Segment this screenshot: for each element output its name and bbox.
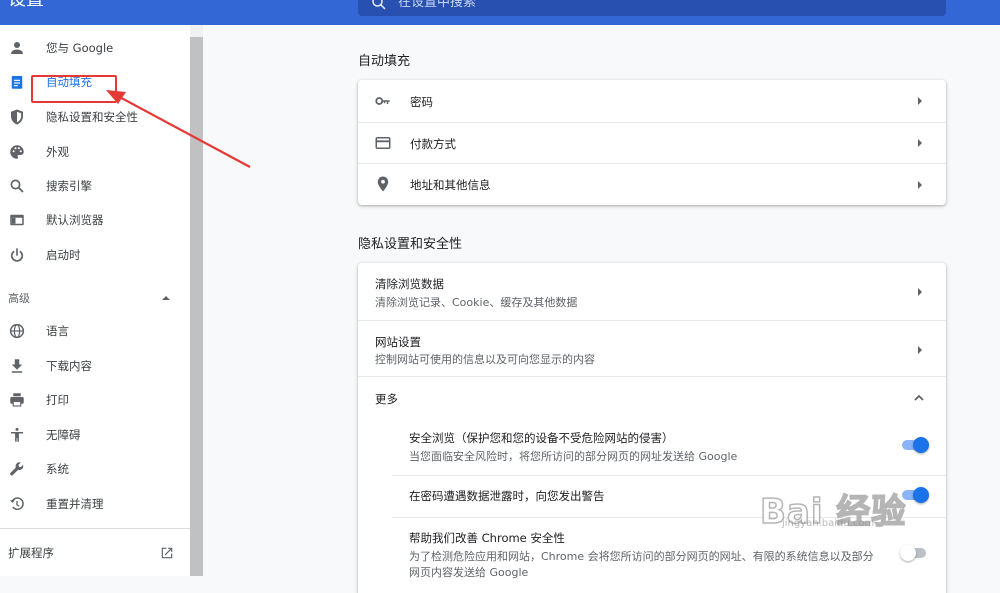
- person-icon: [11, 42, 23, 54]
- globe-icon: [9, 323, 25, 339]
- row-subtitle: 网页内容发送给 Google: [409, 566, 529, 579]
- sidebar-item-label: 搜索引擎: [46, 179, 92, 193]
- privacy-row-safe-browsing: 安全浏览（保护您和您的设备不受危险网站的侵害） 当您面临安全风险时，将您所访问的…: [358, 418, 946, 475]
- sidebar-item-reset[interactable]: 重置并清理: [0, 489, 190, 519]
- improve-security-toggle[interactable]: [900, 545, 928, 561]
- privacy-row-clear-data[interactable]: 清除浏览数据 清除浏览记录、Cookie、缓存及其他数据: [358, 263, 946, 320]
- row-label: 付款方式: [410, 137, 456, 151]
- sidebar-item-label: 打印: [46, 393, 69, 407]
- sidebar-item-printing[interactable]: 打印: [0, 385, 190, 415]
- credit-card-icon: [375, 137, 391, 149]
- sidebar-item-label: 您与 Google: [46, 41, 114, 55]
- search-box[interactable]: 在设置中搜索: [358, 0, 946, 16]
- privacy-card: 清除浏览数据 清除浏览记录、Cookie、缓存及其他数据 网站设置 控制网站可使…: [358, 263, 946, 593]
- privacy-section-title: 隐私设置和安全性: [358, 237, 463, 252]
- row-title: 网站设置: [375, 335, 421, 349]
- sidebar-item-downloads[interactable]: 下载内容: [0, 351, 190, 381]
- collapse-up-icon[interactable]: [161, 293, 171, 303]
- autofill-row-passwords[interactable]: 密码: [358, 80, 946, 122]
- accessibility-icon: [11, 427, 23, 442]
- sidebar-item-on-startup[interactable]: 启动时: [0, 240, 190, 270]
- download-icon: [11, 359, 23, 373]
- chevron-right-icon: [918, 97, 922, 105]
- autofill-card: 密码 付款方式 地址和其他信息: [358, 80, 946, 205]
- row-subtitle: 清除浏览记录、Cookie、缓存及其他数据: [375, 296, 578, 309]
- row-title: 更多: [375, 392, 398, 406]
- privacy-row-site-settings[interactable]: 网站设置 控制网站可使用的信息以及可向您显示的内容: [358, 320, 946, 376]
- key-icon: [375, 97, 390, 105]
- shield-icon: [11, 109, 23, 125]
- sidebar-item-label: 重置并清理: [46, 497, 104, 511]
- sidebar-item-languages[interactable]: 语言: [0, 316, 190, 346]
- chevron-right-icon: [918, 139, 922, 147]
- search-icon: [372, 0, 386, 10]
- row-subtitle: 控制网站可使用的信息以及可向您显示的内容: [375, 353, 595, 366]
- palette-icon: [10, 145, 24, 159]
- row-subtitle: 为了检测危险应用和网站，Chrome 会将您所访问的部分网页的网址、有限的系统信…: [409, 550, 874, 563]
- autofill-section-title: 自动填充: [358, 54, 411, 69]
- assignment-icon: [11, 76, 23, 89]
- chevron-right-icon: [918, 288, 922, 296]
- sidebar-item-you-and-google[interactable]: 您与 Google: [0, 33, 190, 63]
- baidu-watermark: Bai 经验 jingyan.baidu.com: [759, 470, 950, 533]
- autofill-row-payment[interactable]: 付款方式: [358, 122, 946, 163]
- location-pin-icon: [377, 176, 389, 192]
- print-icon: [10, 393, 24, 407]
- annotation-arrow: [106, 90, 251, 168]
- sidebar-item-extensions[interactable]: 扩展程序: [0, 538, 190, 568]
- sidebar-item-label: 扩展程序: [8, 546, 54, 560]
- row-subtitle: 当您面临安全风险时，将您所访问的部分网页的网址发送给 Google: [409, 450, 738, 463]
- row-label: 密码: [410, 95, 433, 109]
- chevron-right-icon: [918, 346, 922, 354]
- top-bar: 设置 在设置中搜索: [0, 0, 1000, 25]
- row-title: 在密码遭遇数据泄露时，向您发出警告: [409, 489, 605, 503]
- sidebar-item-default-browser[interactable]: 默认浏览器: [0, 205, 190, 235]
- browser-icon: [10, 214, 24, 226]
- row-title: 安全浏览（保护您和您的设备不受危险网站的侵害）: [409, 431, 674, 445]
- watermark-url: jingyan.baidu.com: [782, 518, 875, 529]
- restore-icon: [9, 497, 24, 511]
- sidebar-item-accessibility[interactable]: 无障碍: [0, 420, 190, 450]
- autofill-row-addresses[interactable]: 地址和其他信息: [358, 163, 946, 205]
- privacy-row-more[interactable]: 更多: [358, 376, 946, 418]
- row-title: 清除浏览数据: [375, 277, 444, 291]
- wrench-icon: [10, 462, 24, 476]
- row-title: 帮助我们改善 Chrome 安全性: [409, 531, 565, 545]
- sidebar-item-label: 默认浏览器: [46, 213, 104, 227]
- open-in-new-icon: [161, 547, 173, 559]
- row-label: 地址和其他信息: [410, 178, 491, 192]
- sidebar-item-label: 启动时: [46, 248, 81, 262]
- sidebar-item-label: 外观: [46, 145, 69, 159]
- sidebar-divider: [0, 528, 190, 529]
- chevron-right-icon: [918, 181, 922, 189]
- search-icon: [10, 179, 24, 193]
- advanced-section-label[interactable]: 高级: [8, 290, 30, 306]
- chevron-up-icon[interactable]: [913, 392, 925, 402]
- sidebar-item-label: 无障碍: [46, 428, 81, 442]
- search-input[interactable]: 在设置中搜索: [398, 0, 476, 10]
- sidebar-item-label: 下载内容: [46, 359, 92, 373]
- power-icon: [11, 248, 23, 262]
- sidebar-item-label: 语言: [46, 324, 69, 338]
- page-title: 设置: [8, 0, 44, 10]
- sidebar-item-label: 系统: [46, 462, 69, 476]
- sidebar-item-system[interactable]: 系统: [0, 454, 190, 484]
- safe-browsing-toggle[interactable]: [900, 437, 929, 453]
- scrollbar-track: [190, 25, 203, 37]
